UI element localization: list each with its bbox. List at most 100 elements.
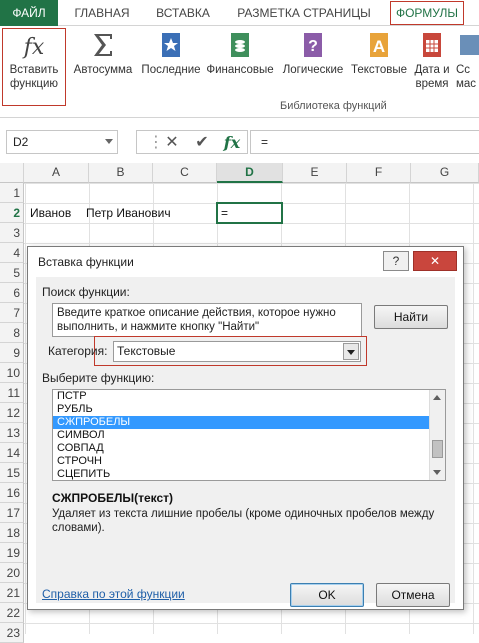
row-header[interactable]: 22 bbox=[0, 603, 24, 623]
recent-button[interactable]: Последние bbox=[138, 28, 204, 77]
dialog-body: Поиск функции: Введите краткое описание … bbox=[36, 277, 455, 607]
tab-file[interactable]: ФАЙЛ bbox=[0, 0, 58, 26]
text-book-icon: A bbox=[370, 33, 388, 57]
lookup-icon bbox=[460, 35, 479, 55]
row-header[interactable]: 3 bbox=[0, 223, 24, 243]
select-all-corner[interactable] bbox=[0, 163, 24, 183]
row-header[interactable]: 17 bbox=[0, 503, 24, 523]
row-header[interactable]: 7 bbox=[0, 303, 24, 323]
column-header-b[interactable]: B bbox=[89, 163, 153, 183]
row-header[interactable]: 8 bbox=[0, 323, 24, 343]
datetime-label-1: Дата и bbox=[414, 64, 450, 76]
name-box[interactable]: D2 bbox=[6, 130, 118, 154]
function-description: Удаляет из текста лишние пробелы (кроме … bbox=[52, 508, 435, 534]
row-header[interactable]: 16 bbox=[0, 483, 24, 503]
list-item[interactable]: СТРОЧН bbox=[53, 455, 429, 468]
list-item-selected[interactable]: СЖПРОБЕЛЫ bbox=[53, 416, 429, 429]
row-header[interactable]: 4 bbox=[0, 243, 24, 263]
cell-b2[interactable]: Петр Иванович bbox=[82, 203, 171, 223]
logical-button[interactable]: ? Логические bbox=[278, 28, 348, 77]
list-item[interactable]: СОВПАД bbox=[53, 442, 429, 455]
autosum-button[interactable]: Автосумма bbox=[70, 28, 136, 77]
scroll-up-icon[interactable] bbox=[433, 395, 441, 400]
cancel-button[interactable]: Отмена bbox=[376, 583, 450, 607]
row-header[interactable]: 10 bbox=[0, 363, 24, 383]
more-functions-button[interactable]: Сс мас bbox=[456, 28, 479, 91]
active-cell-border bbox=[216, 202, 283, 224]
tab-formulas[interactable]: ФОРМУЛЫ bbox=[390, 1, 464, 25]
category-value: Текстовые bbox=[117, 344, 176, 358]
column-header-a[interactable]: A bbox=[24, 163, 89, 183]
text-button[interactable]: A Текстовые bbox=[348, 28, 410, 77]
insert-function-dialog: Вставка функции ? ✕ Поиск функции: Введи… bbox=[27, 246, 464, 610]
function-library-group-label: Библиотека функций bbox=[280, 100, 387, 112]
find-button[interactable]: Найти bbox=[374, 305, 448, 329]
financial-button[interactable]: Финансовые bbox=[204, 28, 276, 77]
row-header[interactable]: 18 bbox=[0, 523, 24, 543]
ribbon: fx Вставить функцию Автосумма Последние … bbox=[0, 26, 479, 118]
list-scrollbar[interactable] bbox=[429, 390, 445, 480]
more-label-2: мас bbox=[456, 78, 477, 90]
column-header-c[interactable]: C bbox=[153, 163, 217, 183]
row-header[interactable]: 23 bbox=[0, 623, 24, 643]
question-book-icon: ? bbox=[304, 33, 322, 57]
close-button[interactable]: ✕ bbox=[413, 251, 457, 271]
ribbon-tab-bar: ФАЙЛ ГЛАВНАЯ ВСТАВКА РАЗМЕТКА СТРАНИЦЫ Ф… bbox=[0, 0, 479, 26]
row-header[interactable]: 21 bbox=[0, 583, 24, 603]
row-header[interactable]: 15 bbox=[0, 463, 24, 483]
dialog-title-bar[interactable]: Вставка функции ? ✕ bbox=[28, 247, 463, 277]
autosum-label: Автосумма bbox=[73, 64, 133, 76]
insert-function-fx-icon[interactable]: fx bbox=[217, 131, 247, 155]
datetime-button[interactable]: Дата и время bbox=[410, 28, 454, 91]
row-header[interactable]: 1 bbox=[0, 183, 24, 203]
cell-a2[interactable]: Иванов bbox=[26, 203, 71, 223]
list-item[interactable]: СИМВОЛ bbox=[53, 429, 429, 442]
scroll-down-icon[interactable] bbox=[433, 470, 441, 475]
more-label-1: Сс bbox=[456, 64, 471, 76]
ok-button[interactable]: OK bbox=[290, 583, 364, 607]
row-header[interactable]: 13 bbox=[0, 423, 24, 443]
text-label: Текстовые bbox=[351, 64, 407, 76]
row-header[interactable]: 2 bbox=[0, 203, 24, 223]
search-input[interactable]: Введите краткое описание действия, котор… bbox=[52, 303, 362, 337]
column-header-g[interactable]: G bbox=[411, 163, 479, 183]
list-item[interactable]: РУБЛЬ bbox=[53, 403, 429, 416]
list-item[interactable]: ПСТР bbox=[53, 390, 429, 403]
row-header[interactable]: 11 bbox=[0, 383, 24, 403]
cancel-icon[interactable]: ✕ bbox=[157, 131, 187, 155]
tab-insert[interactable]: ВСТАВКА bbox=[142, 0, 224, 26]
help-link[interactable]: Справка по этой функции bbox=[42, 587, 185, 601]
row-header[interactable]: 19 bbox=[0, 543, 24, 563]
calendar-icon bbox=[423, 33, 441, 57]
row-header[interactable]: 14 bbox=[0, 443, 24, 463]
row-header[interactable]: 12 bbox=[0, 403, 24, 423]
category-select[interactable]: Текстовые bbox=[113, 341, 361, 362]
formula-input[interactable]: = bbox=[250, 130, 479, 154]
row-header[interactable]: 9 bbox=[0, 343, 24, 363]
chevron-down-icon[interactable] bbox=[105, 139, 113, 144]
column-header-d[interactable]: D bbox=[217, 163, 283, 183]
select-function-label: Выберите функцию: bbox=[42, 371, 155, 385]
scroll-thumb[interactable] bbox=[432, 440, 443, 458]
function-list[interactable]: ПСТР РУБЛЬ СЖПРОБЕЛЫ СИМВОЛ СОВПАД СТРОЧ… bbox=[52, 389, 446, 481]
formula-bar: D2 ⋮ ✕ ✔ fx = bbox=[0, 118, 479, 164]
category-label: Категория: bbox=[48, 344, 108, 358]
tab-home[interactable]: ГЛАВНАЯ bbox=[62, 0, 142, 26]
sigma-icon bbox=[94, 34, 112, 56]
row-header[interactable]: 20 bbox=[0, 563, 24, 583]
row-header[interactable]: 6 bbox=[0, 283, 24, 303]
enter-check-icon[interactable]: ✔ bbox=[187, 131, 217, 155]
tab-page-layout[interactable]: РАЗМЕТКА СТРАНИЦЫ bbox=[228, 0, 380, 26]
financial-label: Финансовые bbox=[206, 64, 274, 76]
svg-text:A: A bbox=[373, 37, 385, 56]
datetime-label-2: время bbox=[415, 78, 449, 90]
chevron-down-icon[interactable] bbox=[343, 343, 359, 360]
function-signature: СЖПРОБЕЛЫ(текст) bbox=[52, 491, 174, 505]
column-header-e[interactable]: E bbox=[283, 163, 347, 183]
insert-function-button[interactable]: fx Вставить функцию bbox=[2, 28, 66, 106]
help-button[interactable]: ? bbox=[383, 251, 409, 271]
list-item[interactable]: СЦЕПИТЬ bbox=[53, 468, 429, 480]
column-header-f[interactable]: F bbox=[347, 163, 411, 183]
dialog-title: Вставка функции bbox=[38, 255, 134, 269]
row-header[interactable]: 5 bbox=[0, 263, 24, 283]
